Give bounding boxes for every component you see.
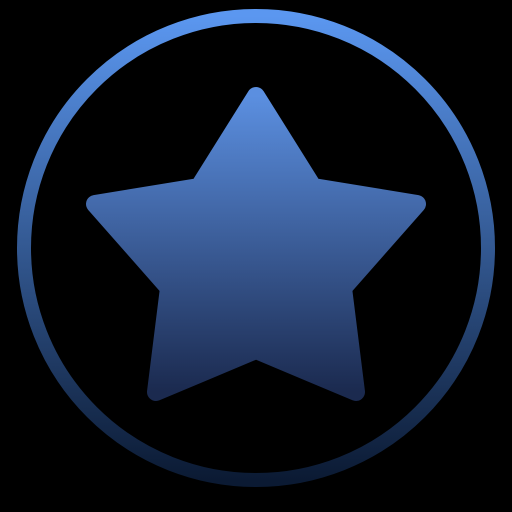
star-badge-icon	[17, 9, 495, 487]
app-icon-canvas	[0, 0, 512, 512]
star-icon	[86, 87, 426, 401]
